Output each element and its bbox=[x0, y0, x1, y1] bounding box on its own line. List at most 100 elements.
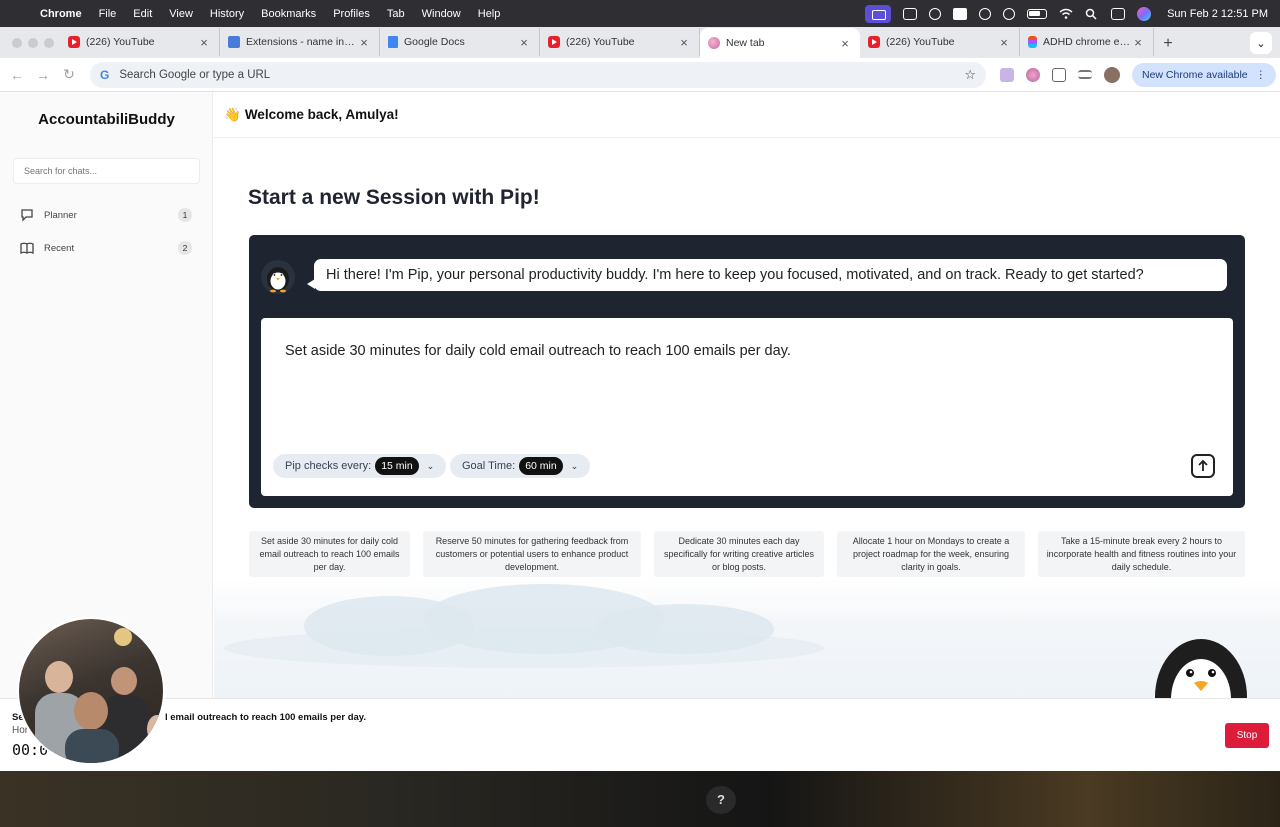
grid-icon[interactable] bbox=[903, 7, 918, 20]
pip-speech-bubble: Hi there! I'm Pip, your personal product… bbox=[307, 259, 1227, 291]
menu-file[interactable]: File bbox=[99, 8, 117, 20]
goal-time-label: Goal Time: bbox=[462, 460, 516, 472]
sidebar-item-label: Planner bbox=[44, 209, 77, 221]
back-arrow-icon[interactable]: ← bbox=[4, 67, 30, 83]
tab-figma[interactable]: ADHD chrome ext app – F × bbox=[1020, 28, 1154, 56]
goal-time-dropdown[interactable]: Goal Time: 60 min ⌄ bbox=[450, 454, 591, 478]
newtab-icon bbox=[708, 37, 720, 49]
stop-button[interactable]: Stop bbox=[1225, 723, 1269, 748]
maximize-window-button[interactable] bbox=[44, 37, 54, 48]
profile-avatar[interactable] bbox=[1104, 66, 1120, 83]
tab-title: New tab bbox=[726, 37, 765, 49]
wifi-icon[interactable] bbox=[1059, 8, 1073, 20]
suggestion-card[interactable]: Reserve 50 minutes for gathering feedbac… bbox=[423, 531, 641, 577]
count-badge: 1 bbox=[178, 208, 192, 222]
session-panel: Hi there! I'm Pip, your personal product… bbox=[249, 235, 1245, 508]
reading-list-icon[interactable] bbox=[1078, 70, 1092, 79]
menu-datetime[interactable]: Sun Feb 2 12:51 PM bbox=[1167, 8, 1268, 20]
kebab-menu-icon[interactable]: ⋮ bbox=[1256, 69, 1267, 81]
cloud-shape bbox=[224, 628, 824, 668]
sidebar-item-recent[interactable]: Recent 2 bbox=[20, 238, 192, 258]
app-viewport: AccountabiliBuddy Planner 1 Recent 2 👋 W… bbox=[0, 92, 1280, 771]
check-interval-dropdown[interactable]: Pip checks every: 15 min ⌄ bbox=[273, 454, 447, 478]
screen-record-icon[interactable] bbox=[865, 4, 892, 23]
suggestion-card[interactable]: Set aside 30 minutes for daily cold emai… bbox=[249, 531, 410, 577]
minimize-window-button[interactable] bbox=[28, 37, 38, 48]
sidebar-item-label: Recent bbox=[44, 242, 75, 254]
menu-help[interactable]: Help bbox=[478, 8, 501, 20]
menu-profiles[interactable]: Profiles bbox=[333, 8, 370, 20]
bookmark-star-icon[interactable]: ☆ bbox=[964, 67, 976, 83]
close-tab-icon[interactable]: × bbox=[1131, 35, 1145, 50]
close-window-button[interactable] bbox=[12, 37, 22, 48]
tab-new-tab[interactable]: New tab × bbox=[700, 28, 860, 58]
suggestion-card[interactable]: Dedicate 30 minutes each day specificall… bbox=[654, 531, 824, 577]
desktop-background bbox=[0, 771, 1280, 827]
close-tab-icon[interactable]: × bbox=[838, 36, 852, 51]
menu-bookmarks[interactable]: Bookmarks bbox=[261, 8, 316, 20]
menu-app-name[interactable]: Chrome bbox=[40, 8, 82, 20]
goal-input[interactable]: Set aside 30 minutes for daily cold emai… bbox=[285, 343, 791, 359]
book-icon bbox=[20, 242, 34, 255]
extension-icon[interactable] bbox=[1026, 67, 1040, 82]
macos-menu-bar: Chrome File Edit View History Bookmarks … bbox=[0, 0, 1280, 27]
tab-extensions[interactable]: Extensions - name in man × bbox=[220, 28, 380, 56]
gear-icon[interactable] bbox=[929, 7, 942, 20]
menu-edit[interactable]: Edit bbox=[133, 8, 152, 20]
pip-penguin-icon bbox=[261, 260, 295, 294]
tab-title: (226) YouTube bbox=[566, 36, 635, 48]
siri-icon[interactable] bbox=[1137, 6, 1152, 21]
suggestion-card[interactable]: Take a 15-minute break every 2 hours to … bbox=[1038, 531, 1245, 577]
help-button[interactable]: ? bbox=[706, 786, 736, 814]
spotlight-search-icon[interactable] bbox=[1085, 8, 1099, 20]
youtube-icon bbox=[548, 36, 560, 48]
brand-title: AccountabiliBuddy bbox=[38, 111, 175, 128]
menu-history[interactable]: History bbox=[210, 8, 244, 20]
forward-arrow-icon[interactable]: → bbox=[30, 67, 56, 83]
tab-google-docs[interactable]: Google Docs × bbox=[380, 28, 540, 56]
reload-icon[interactable]: ↻ bbox=[56, 66, 82, 83]
maps-icon[interactable] bbox=[953, 7, 968, 20]
chat-search-input[interactable] bbox=[13, 158, 200, 184]
pip-message: Hi there! I'm Pip, your personal product… bbox=[326, 267, 1144, 283]
omnibox[interactable]: G Search Google or type a URL ☆ bbox=[90, 61, 986, 88]
sidebar: AccountabiliBuddy Planner 1 Recent 2 bbox=[0, 92, 213, 698]
play-icon[interactable] bbox=[1003, 7, 1016, 20]
new-tab-plus-icon[interactable]: + bbox=[1154, 30, 1182, 58]
extension-icon[interactable] bbox=[1000, 67, 1014, 82]
menu-window[interactable]: Window bbox=[422, 8, 461, 20]
goal-composer[interactable]: Set aside 30 minutes for daily cold emai… bbox=[261, 318, 1233, 496]
active-task-text: l email outreach to reach 100 emails per… bbox=[165, 712, 366, 723]
tab-youtube-2[interactable]: (226) YouTube × bbox=[540, 28, 700, 56]
waving-hand-icon: 👋 bbox=[224, 106, 241, 122]
control-center-icon[interactable] bbox=[1111, 7, 1126, 20]
session-recording-bar: Se Hor 00:0 l email outreach to reach 10… bbox=[0, 698, 1280, 771]
figma-icon bbox=[1028, 36, 1037, 48]
menu-tab[interactable]: Tab bbox=[387, 8, 405, 20]
omnibox-placeholder[interactable]: Search Google or type a URL bbox=[119, 69, 964, 81]
tab-search-chevron-icon[interactable]: ⌄ bbox=[1250, 32, 1272, 54]
main-content: 👋 Welcome back, Amulya! Start a new Sess… bbox=[214, 92, 1280, 717]
close-tab-icon[interactable]: × bbox=[517, 35, 531, 50]
send-arrow-up-icon[interactable] bbox=[1191, 454, 1215, 478]
chevron-down-icon: ⌄ bbox=[426, 460, 435, 471]
close-tab-icon[interactable]: × bbox=[997, 35, 1011, 50]
sidebar-item-planner[interactable]: Planner 1 bbox=[20, 205, 192, 225]
close-tab-icon[interactable]: × bbox=[677, 35, 691, 50]
count-badge: 2 bbox=[178, 241, 192, 255]
tab-youtube-3[interactable]: (226) YouTube × bbox=[860, 28, 1020, 56]
new-chrome-available-button[interactable]: New Chrome available ⋮ bbox=[1132, 62, 1277, 87]
battery-icon[interactable] bbox=[1027, 8, 1048, 19]
tab-youtube-1[interactable]: (226) YouTube × bbox=[60, 28, 220, 56]
menu-view[interactable]: View bbox=[169, 8, 193, 20]
openai-icon[interactable] bbox=[979, 7, 992, 20]
close-tab-icon[interactable]: × bbox=[357, 35, 371, 50]
window-controls bbox=[0, 27, 60, 58]
suggestion-card[interactable]: Allocate 1 hour on Mondays to create a p… bbox=[837, 531, 1025, 577]
extensions-puzzle-icon[interactable] bbox=[1052, 67, 1066, 82]
welcome-header: 👋 Welcome back, Amulya! bbox=[214, 92, 1280, 138]
close-tab-icon[interactable]: × bbox=[197, 35, 211, 50]
webcam-overlay[interactable] bbox=[17, 617, 165, 765]
docs-icon bbox=[388, 36, 398, 48]
tab-title: (226) YouTube bbox=[86, 36, 155, 48]
